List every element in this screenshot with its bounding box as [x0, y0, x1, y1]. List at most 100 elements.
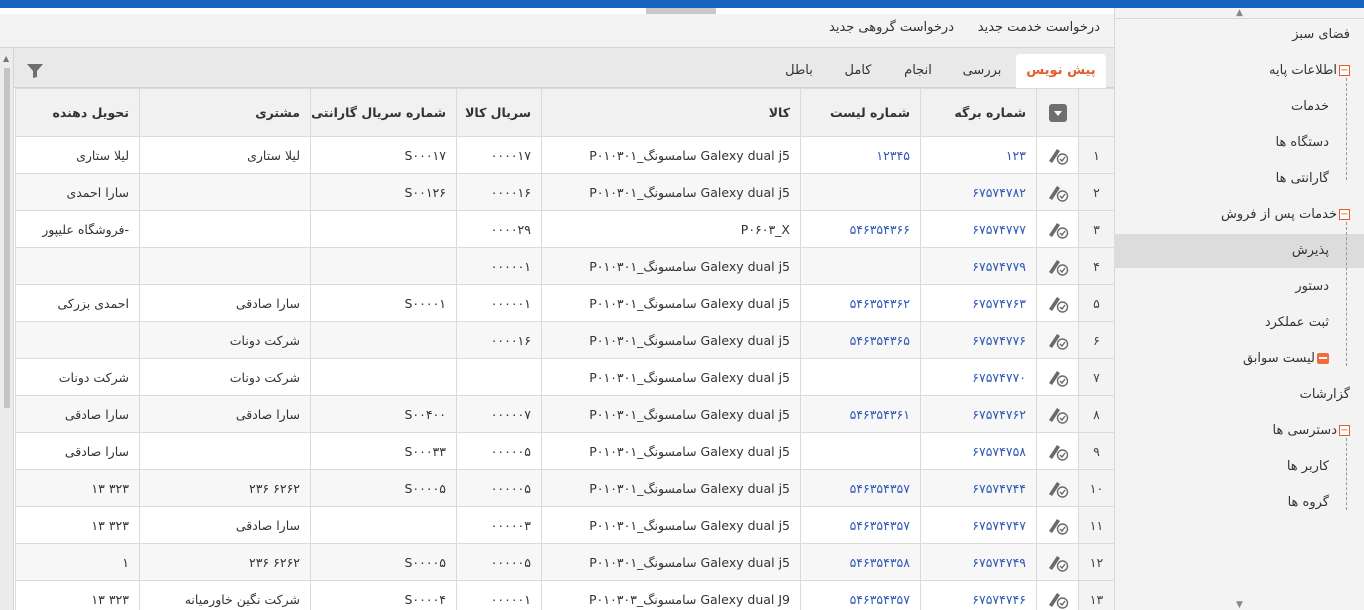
row-action[interactable] [1036, 432, 1079, 470]
edit-status-icon[interactable] [1047, 182, 1069, 202]
column-header-serial[interactable]: سریال کالا [456, 88, 542, 137]
row-action[interactable] [1036, 136, 1079, 174]
table-row[interactable]: ۹ ۶۷۵۷۴۷۵۸ Galexy dual j5 سامسونگ_P۰۱۰۳۰۱ ۰… [15, 432, 1114, 470]
row-action[interactable] [1036, 580, 1079, 610]
table-row[interactable]: ۳ ۶۷۵۷۴۷۷۷ ۵۴۶۳۵۴۳۶۶ P۰۶۰۳_X ۰۰۰۰۲۹ -فروشگاه … [15, 210, 1114, 248]
cell-sheet-number[interactable]: ۶۷۵۷۴۷۴۹ [920, 543, 1037, 581]
table-row[interactable]: ۱۰ ۶۷۵۷۴۷۴۴ ۵۴۶۳۵۴۳۵۷ Galexy dual j5 سامسون… [15, 469, 1114, 507]
edit-status-icon[interactable] [1047, 404, 1069, 424]
table-row[interactable]: ۶ ۶۷۵۷۴۷۷۶ ۵۴۶۳۵۴۳۶۵ Galexy dual j5 سامسونگ… [15, 321, 1114, 359]
edit-status-icon[interactable] [1047, 293, 1069, 313]
tab-review[interactable]: بررسی [955, 54, 1009, 88]
edit-status-icon[interactable] [1047, 256, 1069, 276]
collapse-icon[interactable]: − [1339, 209, 1350, 220]
sidebar-item-4[interactable]: گارانتی ها [1114, 162, 1364, 196]
cell-sheet-number[interactable]: ۶۷۵۷۴۷۶۳ [920, 284, 1037, 322]
column-header-product[interactable]: کالا [541, 88, 801, 137]
edit-status-icon[interactable] [1047, 552, 1069, 572]
tab-complete[interactable]: کامل [836, 54, 880, 88]
sidebar-item-11[interactable]: −دسترسی ها [1114, 414, 1364, 448]
collapse-icon[interactable]: − [1339, 65, 1350, 76]
sidebar-item-6[interactable]: پذیرش [1114, 234, 1364, 268]
column-menu-header[interactable] [1036, 88, 1079, 137]
sidebar-item-5[interactable]: −خدمات پس از فروش [1114, 198, 1364, 232]
edit-status-icon[interactable] [1047, 330, 1069, 350]
sidebar-item-13[interactable]: گروه ها [1114, 486, 1364, 520]
cell-list-number[interactable] [800, 432, 921, 470]
sidebar-item-7[interactable]: دستور [1114, 270, 1364, 304]
sidebar-item-0[interactable]: فضای سبز [1114, 18, 1364, 52]
cell-sheet-number[interactable]: ۶۷۵۷۴۷۷۰ [920, 358, 1037, 396]
edit-status-icon[interactable] [1047, 515, 1069, 535]
edit-status-icon[interactable] [1047, 145, 1069, 165]
scroll-thumb[interactable] [4, 68, 10, 408]
table-row[interactable]: ۱ ۱۲۳ ۱۲۳۴۵ Galexy dual j5 سامسونگ_P۰۱۰۳۰۱ ۰… [15, 136, 1114, 174]
edit-status-icon[interactable] [1047, 478, 1069, 498]
column-header-sheet[interactable]: شماره برگه [920, 88, 1037, 137]
column-header-deliverer[interactable]: تحویل دهنده [15, 88, 140, 137]
row-action[interactable] [1036, 358, 1079, 396]
cell-sheet-number[interactable]: ۱۲۳ [920, 136, 1037, 174]
row-action[interactable] [1036, 173, 1079, 211]
sidebar-item-9[interactable]: لیست سوابق [1114, 342, 1364, 376]
edit-status-icon[interactable] [1047, 367, 1069, 387]
cell-list-number[interactable]: ۵۴۶۳۵۴۳۵۸ [800, 543, 921, 581]
cell-list-number[interactable]: ۵۴۶۳۵۴۳۶۵ [800, 321, 921, 359]
cell-sheet-number[interactable]: ۶۷۵۷۴۷۴۷ [920, 506, 1037, 544]
row-action[interactable] [1036, 321, 1079, 359]
sidebar-scroll-down-icon[interactable]: ▼ [1115, 600, 1364, 610]
cell-list-number[interactable] [800, 173, 921, 211]
table-row[interactable]: ۴ ۶۷۵۷۴۷۷۹ Galexy dual j5 سامسونگ_P۰۱۰۳۰۱ ۰… [15, 247, 1114, 285]
table-row[interactable]: ۱۳ ۶۷۵۷۴۷۴۶ ۵۴۶۳۵۴۳۵۷ Galexy dual J9 سامسون… [15, 580, 1114, 610]
cell-sheet-number[interactable]: ۶۷۵۷۴۷۶۲ [920, 395, 1037, 433]
cell-list-number[interactable]: ۵۴۶۳۵۴۳۶۲ [800, 284, 921, 322]
new-group-request-button[interactable]: درخواست گروهی جدید [829, 20, 954, 35]
edit-status-icon[interactable] [1047, 441, 1069, 461]
row-action[interactable] [1036, 469, 1079, 507]
cell-list-number[interactable]: ۵۴۶۳۵۴۳۵۷ [800, 580, 921, 610]
column-header-list[interactable]: شماره لیست [800, 88, 921, 137]
row-action[interactable] [1036, 543, 1079, 581]
cell-list-number[interactable]: ۱۲۳۴۵ [800, 136, 921, 174]
table-row[interactable]: ۵ ۶۷۵۷۴۷۶۳ ۵۴۶۳۵۴۳۶۲ Galexy dual j5 سامسونگ… [15, 284, 1114, 322]
sidebar-item-2[interactable]: خدمات [1114, 90, 1364, 124]
table-row[interactable]: ۲ ۶۷۵۷۴۷۸۲ Galexy dual j5 سامسونگ_P۰۱۰۳۰۱ ۰… [15, 173, 1114, 211]
cell-list-number[interactable]: ۵۴۶۳۵۴۳۶۱ [800, 395, 921, 433]
cell-list-number[interactable] [800, 358, 921, 396]
row-action[interactable] [1036, 247, 1079, 285]
new-service-request-button[interactable]: درخواست خدمت جدید [978, 20, 1100, 35]
edit-status-icon[interactable] [1047, 219, 1069, 239]
table-row[interactable]: ۷ ۶۷۵۷۴۷۷۰ Galexy dual j5 سامسونگ_P۰۱۰۳۰۱ ش… [15, 358, 1114, 396]
column-header-warranty[interactable]: شماره سریال گارانتی [310, 88, 457, 137]
table-row[interactable]: ۸ ۶۷۵۷۴۷۶۲ ۵۴۶۳۵۴۳۶۱ Galexy dual j5 سامسونگ… [15, 395, 1114, 433]
row-action[interactable] [1036, 210, 1079, 248]
collapse-icon[interactable]: − [1339, 425, 1350, 436]
cell-sheet-number[interactable]: ۶۷۵۷۴۷۴۶ [920, 580, 1037, 610]
scroll-up-icon[interactable]: ▲ [3, 54, 9, 63]
cell-list-number[interactable]: ۵۴۶۳۵۴۳۵۷ [800, 469, 921, 507]
cell-sheet-number[interactable]: ۶۷۵۷۴۷۵۸ [920, 432, 1037, 470]
row-action[interactable] [1036, 506, 1079, 544]
edit-status-icon[interactable] [1047, 589, 1069, 609]
cell-list-number[interactable] [800, 247, 921, 285]
dropdown-icon[interactable] [1048, 103, 1067, 122]
cell-sheet-number[interactable]: ۶۷۵۷۴۷۷۶ [920, 321, 1037, 359]
sidebar-scroll-up-icon[interactable]: ▲ [1115, 8, 1364, 18]
sidebar-item-3[interactable]: دستگاه ها [1114, 126, 1364, 160]
row-action[interactable] [1036, 395, 1079, 433]
grid-horizontal-scrollbar[interactable]: ▲ [0, 48, 14, 610]
cell-sheet-number[interactable]: ۶۷۵۷۴۷۷۹ [920, 247, 1037, 285]
sidebar-item-10[interactable]: گزارشات [1114, 378, 1364, 412]
sidebar-item-8[interactable]: ثبت عملکرد [1114, 306, 1364, 340]
column-header-customer[interactable]: مشتری [139, 88, 311, 137]
cell-sheet-number[interactable]: ۶۷۵۷۴۷۸۲ [920, 173, 1037, 211]
filter-icon[interactable] [26, 63, 44, 79]
cell-sheet-number[interactable]: ۶۷۵۷۴۷۴۴ [920, 469, 1037, 507]
cell-list-number[interactable]: ۵۴۶۳۵۴۳۶۶ [800, 210, 921, 248]
sidebar-item-1[interactable]: −اطلاعات پایه [1114, 54, 1364, 88]
table-row[interactable]: ۱۱ ۶۷۵۷۴۷۴۷ ۵۴۶۳۵۴۳۵۷ Galexy dual j5 سامسون… [15, 506, 1114, 544]
row-action[interactable] [1036, 284, 1079, 322]
cell-sheet-number[interactable]: ۶۷۵۷۴۷۷۷ [920, 210, 1037, 248]
table-row[interactable]: ۱۲ ۶۷۵۷۴۷۴۹ ۵۴۶۳۵۴۳۵۸ Galexy dual j5 سامسون… [15, 543, 1114, 581]
tab-draft[interactable]: پیش نویس [1016, 54, 1106, 88]
